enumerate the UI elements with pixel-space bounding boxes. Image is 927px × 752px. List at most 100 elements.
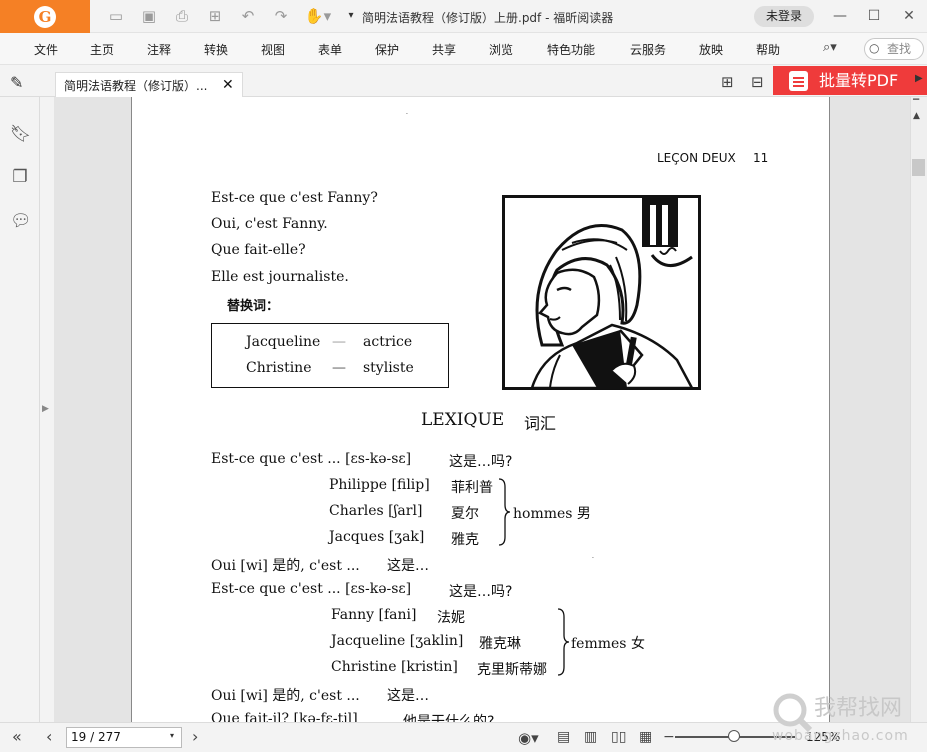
window-title: 简明法语教程（修订版）上册.pdf - 福昕阅读器: [362, 11, 614, 25]
substitution-dash: —: [332, 334, 346, 350]
hand-tool-icon[interactable]: ✋▾: [303, 6, 333, 26]
lexique-translation: 夏尔: [451, 506, 479, 522]
continuous-view-icon[interactable]: ▥: [584, 729, 597, 745]
foxit-logo-icon: G: [34, 5, 56, 28]
lexique-word: Charles [ʃarl]: [329, 503, 423, 519]
lexique-line: Oui [wi] 是的, c'est ...: [211, 558, 360, 574]
lexique-word: Christine [kristin]: [331, 659, 458, 675]
menu-features[interactable]: 特色功能: [547, 41, 595, 58]
lexique-word: Fanny [fani]: [331, 607, 417, 623]
menu-help[interactable]: 帮助: [756, 41, 780, 58]
zoom-level[interactable]: 125%: [806, 730, 840, 744]
menu-slideshow[interactable]: 放映: [699, 41, 723, 58]
pdf-document-icon: [789, 71, 808, 91]
lexique-translation: 法妮: [437, 610, 465, 626]
menu-file[interactable]: 文件: [34, 41, 58, 58]
reading-mode-icon[interactable]: ⊟: [751, 73, 764, 91]
menu-browse[interactable]: 浏览: [489, 41, 513, 58]
next-page-icon[interactable]: ›: [192, 727, 198, 746]
scroll-top-icon[interactable]: ▔: [913, 99, 919, 108]
view-mode-eye-icon[interactable]: ◉▾: [518, 729, 539, 747]
search-icon: ○: [869, 41, 880, 55]
brace-women: [557, 608, 570, 676]
vertical-scrollbar[interactable]: [910, 97, 927, 722]
menu-view[interactable]: 视图: [261, 41, 285, 58]
minimize-icon[interactable]: —: [830, 6, 850, 26]
page-number-input[interactable]: 19 / 277: [66, 727, 182, 748]
brace-men: [498, 478, 511, 546]
zoom-slider-knob[interactable]: [728, 730, 740, 742]
dialogue-line: Est-ce que c'est Fanny?: [211, 190, 378, 206]
group-men: hommes 男: [513, 506, 591, 522]
menu-bar: [0, 33, 927, 65]
substitution-dash: —: [332, 360, 346, 376]
lexique-title: LEXIQUE: [421, 410, 505, 430]
menu-comment[interactable]: 注释: [147, 41, 171, 58]
lexique-translation: 这是…吗?: [449, 584, 513, 600]
lexique-line: Est-ce que c'est ... [ɛs-kə-sɛ]: [211, 581, 412, 597]
maximize-icon[interactable]: ☐: [864, 6, 884, 26]
dialogue-line: Elle est journaliste.: [211, 269, 349, 285]
lexique-translation: 这是…: [387, 558, 429, 574]
layout-grid-icon[interactable]: ⊞: [721, 73, 734, 91]
comments-icon[interactable]: 💬︎: [10, 211, 32, 233]
ribbon-scroll-right-icon[interactable]: ▶: [915, 73, 923, 84]
expand-panel-icon[interactable]: ▶: [42, 404, 49, 414]
save-icon[interactable]: ▣: [139, 6, 159, 26]
print-icon[interactable]: ⎙: [172, 6, 192, 26]
lexique-word: Jacques [ʒak]: [329, 529, 425, 545]
menu-home[interactable]: 主页: [90, 41, 114, 58]
lexique-translation: 他是干什么的?: [403, 714, 495, 722]
redo-icon[interactable]: ↷: [271, 6, 291, 26]
lexique-translation: 菲利普: [451, 480, 493, 496]
close-window-icon[interactable]: ✕: [899, 6, 919, 26]
customize-toolbar-icon[interactable]: ▾: [341, 6, 361, 26]
document-view[interactable]: . LEÇON DEUX 11 Est-ce que c'est Fanny? …: [54, 97, 910, 722]
menu-share[interactable]: 共享: [432, 41, 456, 58]
menu-form[interactable]: 表单: [318, 41, 342, 58]
search-options-icon[interactable]: ⌕▾: [823, 40, 837, 55]
lexique-word: Philippe [filip]: [329, 477, 430, 493]
undo-icon[interactable]: ↶: [238, 6, 258, 26]
page-number-printed: 11: [753, 151, 769, 165]
edit-pencil-icon[interactable]: ✎: [10, 73, 23, 92]
substitution-job: actrice: [363, 334, 413, 350]
open-folder-icon[interactable]: ▭: [106, 6, 126, 26]
app-logo[interactable]: G: [0, 0, 90, 33]
new-document-icon[interactable]: ⊞: [205, 6, 225, 26]
lexique-line: Que fait-il? [kə-fɛ-til]: [211, 711, 358, 722]
lexique-translation: 这是…: [387, 688, 429, 704]
dialogue-line: Que fait-elle?: [211, 242, 306, 258]
scrollbar-thumb[interactable]: [912, 159, 925, 176]
lexique-line: Est-ce que c'est ... [ɛs-kə-sɛ]: [211, 451, 412, 467]
pdf-page: . LEÇON DEUX 11 Est-ce que c'est Fanny? …: [131, 97, 830, 722]
substitution-job: styliste: [363, 360, 414, 376]
previous-page-icon[interactable]: ‹: [46, 727, 52, 746]
document-tab[interactable]: 简明法语教程（修订版）...: [55, 72, 243, 98]
login-button[interactable]: 未登录: [754, 6, 814, 27]
menu-protect[interactable]: 保护: [375, 41, 399, 58]
page-header-lesson: LEÇON DEUX: [657, 151, 736, 165]
lexique-line: Oui [wi] 是的, c'est ...: [211, 688, 360, 704]
lexique-word: Jacqueline [ʒaklin]: [331, 633, 464, 649]
first-page-icon[interactable]: «: [12, 727, 22, 746]
zoom-out-icon[interactable]: −: [663, 729, 675, 745]
substitution-name: Christine: [246, 360, 312, 376]
menu-convert[interactable]: 转换: [204, 41, 228, 58]
scroll-up-icon[interactable]: ▲: [913, 111, 920, 121]
menu-cloud[interactable]: 云服务: [630, 41, 666, 58]
pages-thumbnail-icon[interactable]: ❐: [10, 167, 30, 189]
journalist-illustration: [502, 195, 701, 390]
substitution-box: Jacqueline — actrice Christine — stylist…: [211, 323, 449, 388]
page-dropdown-icon[interactable]: ▾: [170, 731, 174, 740]
bookmark-icon[interactable]: 🔖︎: [10, 124, 32, 146]
facing-view-icon[interactable]: ▯▯: [611, 729, 626, 745]
substitution-title: 替换词：: [227, 299, 280, 314]
lexique-translation: 克里斯蒂娜: [477, 662, 547, 678]
lexique-title-cn: 词汇: [524, 414, 557, 433]
close-tab-icon[interactable]: ✕: [222, 77, 234, 93]
single-page-view-icon[interactable]: ▤: [557, 729, 570, 745]
continuous-facing-view-icon[interactable]: ▦: [639, 729, 652, 745]
lexique-translation: 这是…吗?: [449, 454, 513, 470]
group-women: femmes 女: [571, 636, 645, 652]
